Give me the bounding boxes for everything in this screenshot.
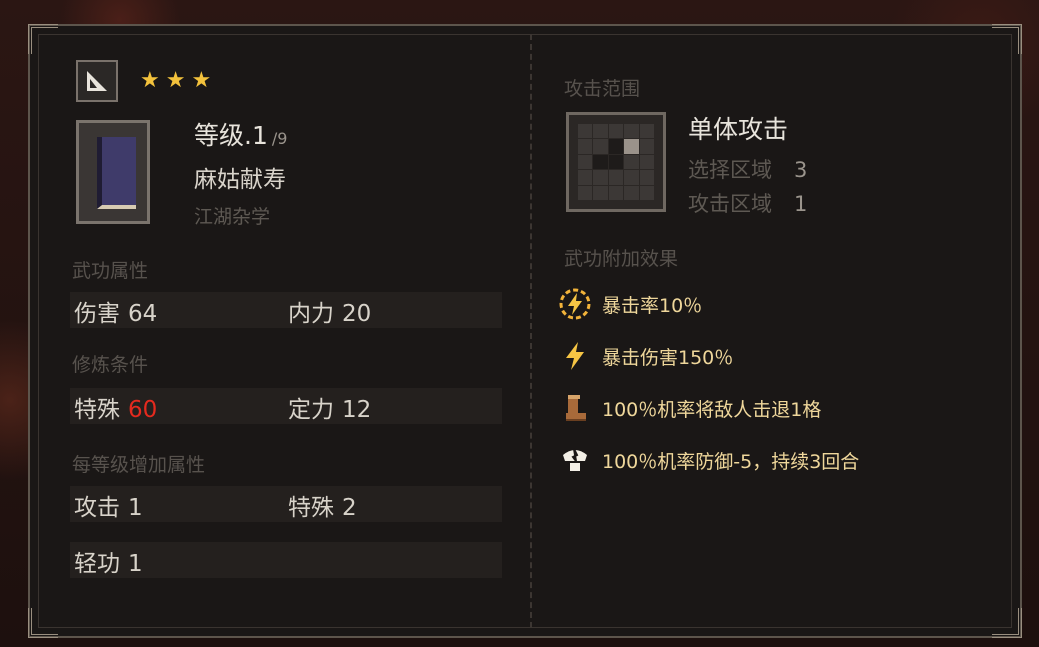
range-type: 单体攻击 xyxy=(688,115,789,144)
effect-item: 暴击伤害150％ xyxy=(558,336,733,376)
range-grid xyxy=(566,112,666,212)
select-area-label: 选择区域 xyxy=(688,158,772,182)
lightning-icon xyxy=(558,339,592,373)
effect-item: 暴击率10％ xyxy=(558,284,702,324)
skill-name: 麻姑献寿 xyxy=(194,167,286,193)
level-max: /9 xyxy=(271,129,288,148)
attributes-title: 武功属性 xyxy=(72,260,149,282)
corner-ornament xyxy=(992,24,1022,54)
panel-inner-border xyxy=(38,34,1012,628)
effect-item: 100％机率防御-5，持续3回合 xyxy=(558,440,859,480)
column-divider xyxy=(530,34,532,628)
requirements-row: 特殊 60 定力 12 xyxy=(70,388,502,424)
effects-title: 武功附加效果 xyxy=(564,248,679,270)
special-bonus-label: 特殊 xyxy=(288,495,334,521)
range-title: 攻击范围 xyxy=(564,78,641,100)
attack-bonus-label: 攻击 xyxy=(74,495,120,521)
damage-label: 伤害 xyxy=(74,301,120,327)
damage-value: 64 xyxy=(128,301,158,327)
inner-power-value: 20 xyxy=(342,301,372,327)
effect-text: 100％机率防御-5，持续3回合 xyxy=(602,450,860,473)
effect-item: 100％机率将敌人击退1格 xyxy=(558,388,821,428)
requirements-title: 修炼条件 xyxy=(72,354,149,376)
attributes-row: 伤害 64 内力 20 xyxy=(70,292,502,328)
skill-level: 等级.1/9 xyxy=(194,116,287,152)
attack-area: 攻击区域 1 xyxy=(688,188,807,218)
focus-req-value: 12 xyxy=(342,397,372,423)
per-level-row: 轻功 1 xyxy=(70,542,502,578)
attack-bonus-value: 1 xyxy=(128,495,143,521)
inner-power-label: 内力 xyxy=(288,301,334,327)
effect-text: 暴击率10％ xyxy=(602,294,703,317)
corner-ornament xyxy=(992,608,1022,638)
focus-req-label: 定力 xyxy=(288,397,334,423)
special-req-value: 60 xyxy=(128,397,158,423)
special-req-label: 特殊 xyxy=(74,397,120,423)
skill-category: 江湖杂学 xyxy=(194,206,271,228)
star-rating: ★★★ xyxy=(140,68,218,93)
effect-text: 100％机率将敌人击退1格 xyxy=(602,398,822,421)
per-level-title: 每等级增加属性 xyxy=(72,454,206,476)
skill-book-icon xyxy=(76,120,150,224)
per-level-row: 攻击 1 特殊 2 xyxy=(70,486,502,522)
skill-detail-panel: ★★★ 等级.1/9 麻姑献寿 江湖杂学 武功属性 伤害 64 内力 20 修炼条件… xyxy=(28,24,1022,638)
attack-area-label: 攻击区域 xyxy=(688,192,772,216)
select-area-value: 3 xyxy=(794,158,808,182)
agility-bonus-value: 1 xyxy=(128,551,143,577)
select-area: 选择区域 3 xyxy=(688,154,807,184)
skill-type-icon xyxy=(76,60,118,102)
level-label: 等级.1 xyxy=(194,121,268,150)
special-bonus-value: 2 xyxy=(342,495,357,521)
corner-ornament xyxy=(28,608,58,638)
boot-icon xyxy=(558,391,592,425)
broken-shield-icon xyxy=(558,443,592,477)
target-cell xyxy=(624,139,639,154)
lightning-circle-icon xyxy=(558,287,592,321)
attack-area-value: 1 xyxy=(794,192,808,216)
corner-ornament xyxy=(28,24,58,54)
agility-bonus-label: 轻功 xyxy=(74,551,120,577)
effect-text: 暴击伤害150％ xyxy=(602,346,734,369)
